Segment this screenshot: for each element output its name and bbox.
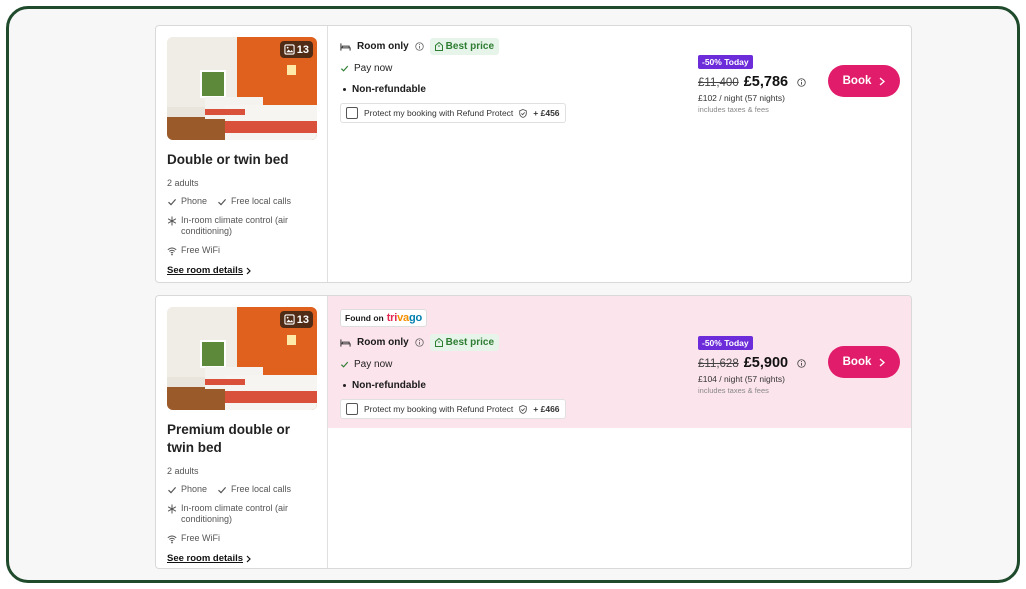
room-photo[interactable]: 13: [167, 37, 317, 140]
amenity-phone: Phone: [167, 484, 207, 495]
price-line: £11,400 £5,786: [698, 74, 806, 90]
check-icon: [340, 361, 349, 368]
amenities-row: Free WiFi: [167, 245, 317, 256]
tag-icon: [434, 42, 443, 51]
photo-count-badge: 13: [279, 311, 313, 328]
board-type: Room only: [357, 41, 409, 52]
info-icon[interactable]: [797, 77, 806, 87]
shield-check-icon: [519, 108, 528, 118]
chevron-right-icon: [879, 358, 886, 366]
amenity-local-calls: Free local calls: [217, 484, 291, 495]
amenity-climate: In-room climate control (air conditionin…: [167, 503, 301, 525]
discount-badge: -50% Today: [698, 55, 753, 69]
room-card: 13 Double or twin bed 2 adults Phone Fre…: [155, 25, 912, 283]
best-price-badge: Best price: [429, 38, 500, 55]
chevron-right-icon: [246, 267, 251, 274]
book-button[interactable]: Book: [828, 65, 900, 97]
room-name: Double or twin bed: [167, 152, 289, 167]
found-on-badge: Found on trivago: [340, 309, 428, 327]
tag-icon: [434, 338, 443, 347]
book-button[interactable]: Book: [828, 346, 900, 378]
wifi-icon: [167, 535, 177, 544]
shield-check-icon: [519, 404, 528, 414]
per-night-price: £102 / night (57 nights): [698, 93, 785, 103]
photo-count: 13: [296, 43, 309, 56]
amenity-phone: Phone: [167, 196, 207, 207]
occupancy: 2 adults: [167, 178, 199, 188]
results-frame: 13 Double or twin bed 2 adults Phone Fre…: [6, 6, 1020, 583]
amenities-row: In-room climate control (air conditionin…: [167, 503, 317, 525]
gallery-icon: [284, 44, 295, 55]
taxes-note: includes taxes & fees: [698, 386, 769, 395]
taxes-note: includes taxes & fees: [698, 105, 769, 114]
check-icon: [168, 487, 177, 494]
info-icon[interactable]: [414, 338, 424, 347]
room-info: 13 Double or twin bed 2 adults Phone Fre…: [156, 26, 328, 282]
discount-badge: -50% Today: [698, 336, 753, 350]
discounted-price: £5,786: [743, 74, 789, 90]
original-price: £11,628: [698, 358, 739, 370]
wifi-icon: [167, 247, 177, 256]
info-icon[interactable]: [797, 358, 806, 368]
trivago-logo: trivago: [386, 312, 423, 324]
payment-line: Pay now: [340, 359, 911, 370]
snowflake-icon: [167, 216, 177, 226]
bullet-icon: [343, 88, 346, 91]
per-night-price: £104 / night (57 nights): [698, 374, 785, 384]
amenity-wifi: Free WiFi: [167, 245, 220, 256]
bed-icon: [340, 338, 351, 347]
bullet-icon: [343, 384, 346, 387]
refund-protect-checkbox[interactable]: [346, 403, 358, 415]
info-icon[interactable]: [414, 42, 424, 51]
amenities-row: Phone Free local calls: [167, 484, 317, 495]
see-room-details-link[interactable]: See room details: [167, 265, 251, 276]
see-room-details-link[interactable]: See room details: [167, 553, 251, 564]
board-type: Room only: [357, 337, 409, 348]
amenity-wifi: Free WiFi: [167, 533, 220, 544]
board-line: Room only Best price: [340, 334, 911, 351]
rate-offer: Room only Best price Pay now Non-refunda…: [328, 26, 911, 158]
rate-offer: Found on trivago Room only Best price Pa…: [328, 296, 911, 428]
refund-line: Non-refundable: [340, 84, 911, 95]
amenities-row: Free WiFi: [167, 533, 317, 544]
photo-count-badge: 13: [279, 41, 313, 58]
chevron-right-icon: [879, 77, 886, 85]
room-info: 13 Premium double or twin bed 2 adults P…: [156, 296, 328, 568]
check-icon: [340, 65, 349, 72]
refund-protect-option: Protect my booking with Refund Protect +…: [340, 399, 566, 419]
snowflake-icon: [167, 504, 177, 514]
photo-count: 13: [296, 313, 309, 326]
amenity-climate: In-room climate control (air conditionin…: [167, 215, 301, 237]
amenities-row: In-room climate control (air conditionin…: [167, 215, 317, 237]
price-block: -50% Today £11,628 £5,900 £104 / night (…: [698, 333, 806, 395]
chevron-right-icon: [246, 555, 251, 562]
room-photo[interactable]: 13: [167, 307, 317, 410]
check-icon: [168, 199, 177, 206]
bed-icon: [340, 42, 351, 51]
check-icon: [218, 487, 227, 494]
discounted-price: £5,900: [743, 355, 789, 371]
amenity-local-calls: Free local calls: [217, 196, 291, 207]
room-card: 13 Premium double or twin bed 2 adults P…: [155, 295, 912, 569]
refund-protect-option: Protect my booking with Refund Protect +…: [340, 103, 566, 123]
refund-protect-checkbox[interactable]: [346, 107, 358, 119]
best-price-badge: Best price: [429, 334, 500, 351]
room-name: Premium double or twin bed: [167, 422, 291, 455]
price-line: £11,628 £5,900: [698, 355, 806, 371]
price-block: -50% Today £11,400 £5,786 £102 / night (…: [698, 52, 806, 114]
refund-line: Non-refundable: [340, 380, 911, 391]
board-line: Room only Best price: [340, 38, 911, 55]
original-price: £11,400: [698, 77, 739, 89]
occupancy: 2 adults: [167, 466, 199, 476]
payment-line: Pay now: [340, 63, 911, 74]
amenities-row: Phone Free local calls: [167, 196, 317, 207]
gallery-icon: [284, 314, 295, 325]
check-icon: [218, 199, 227, 206]
